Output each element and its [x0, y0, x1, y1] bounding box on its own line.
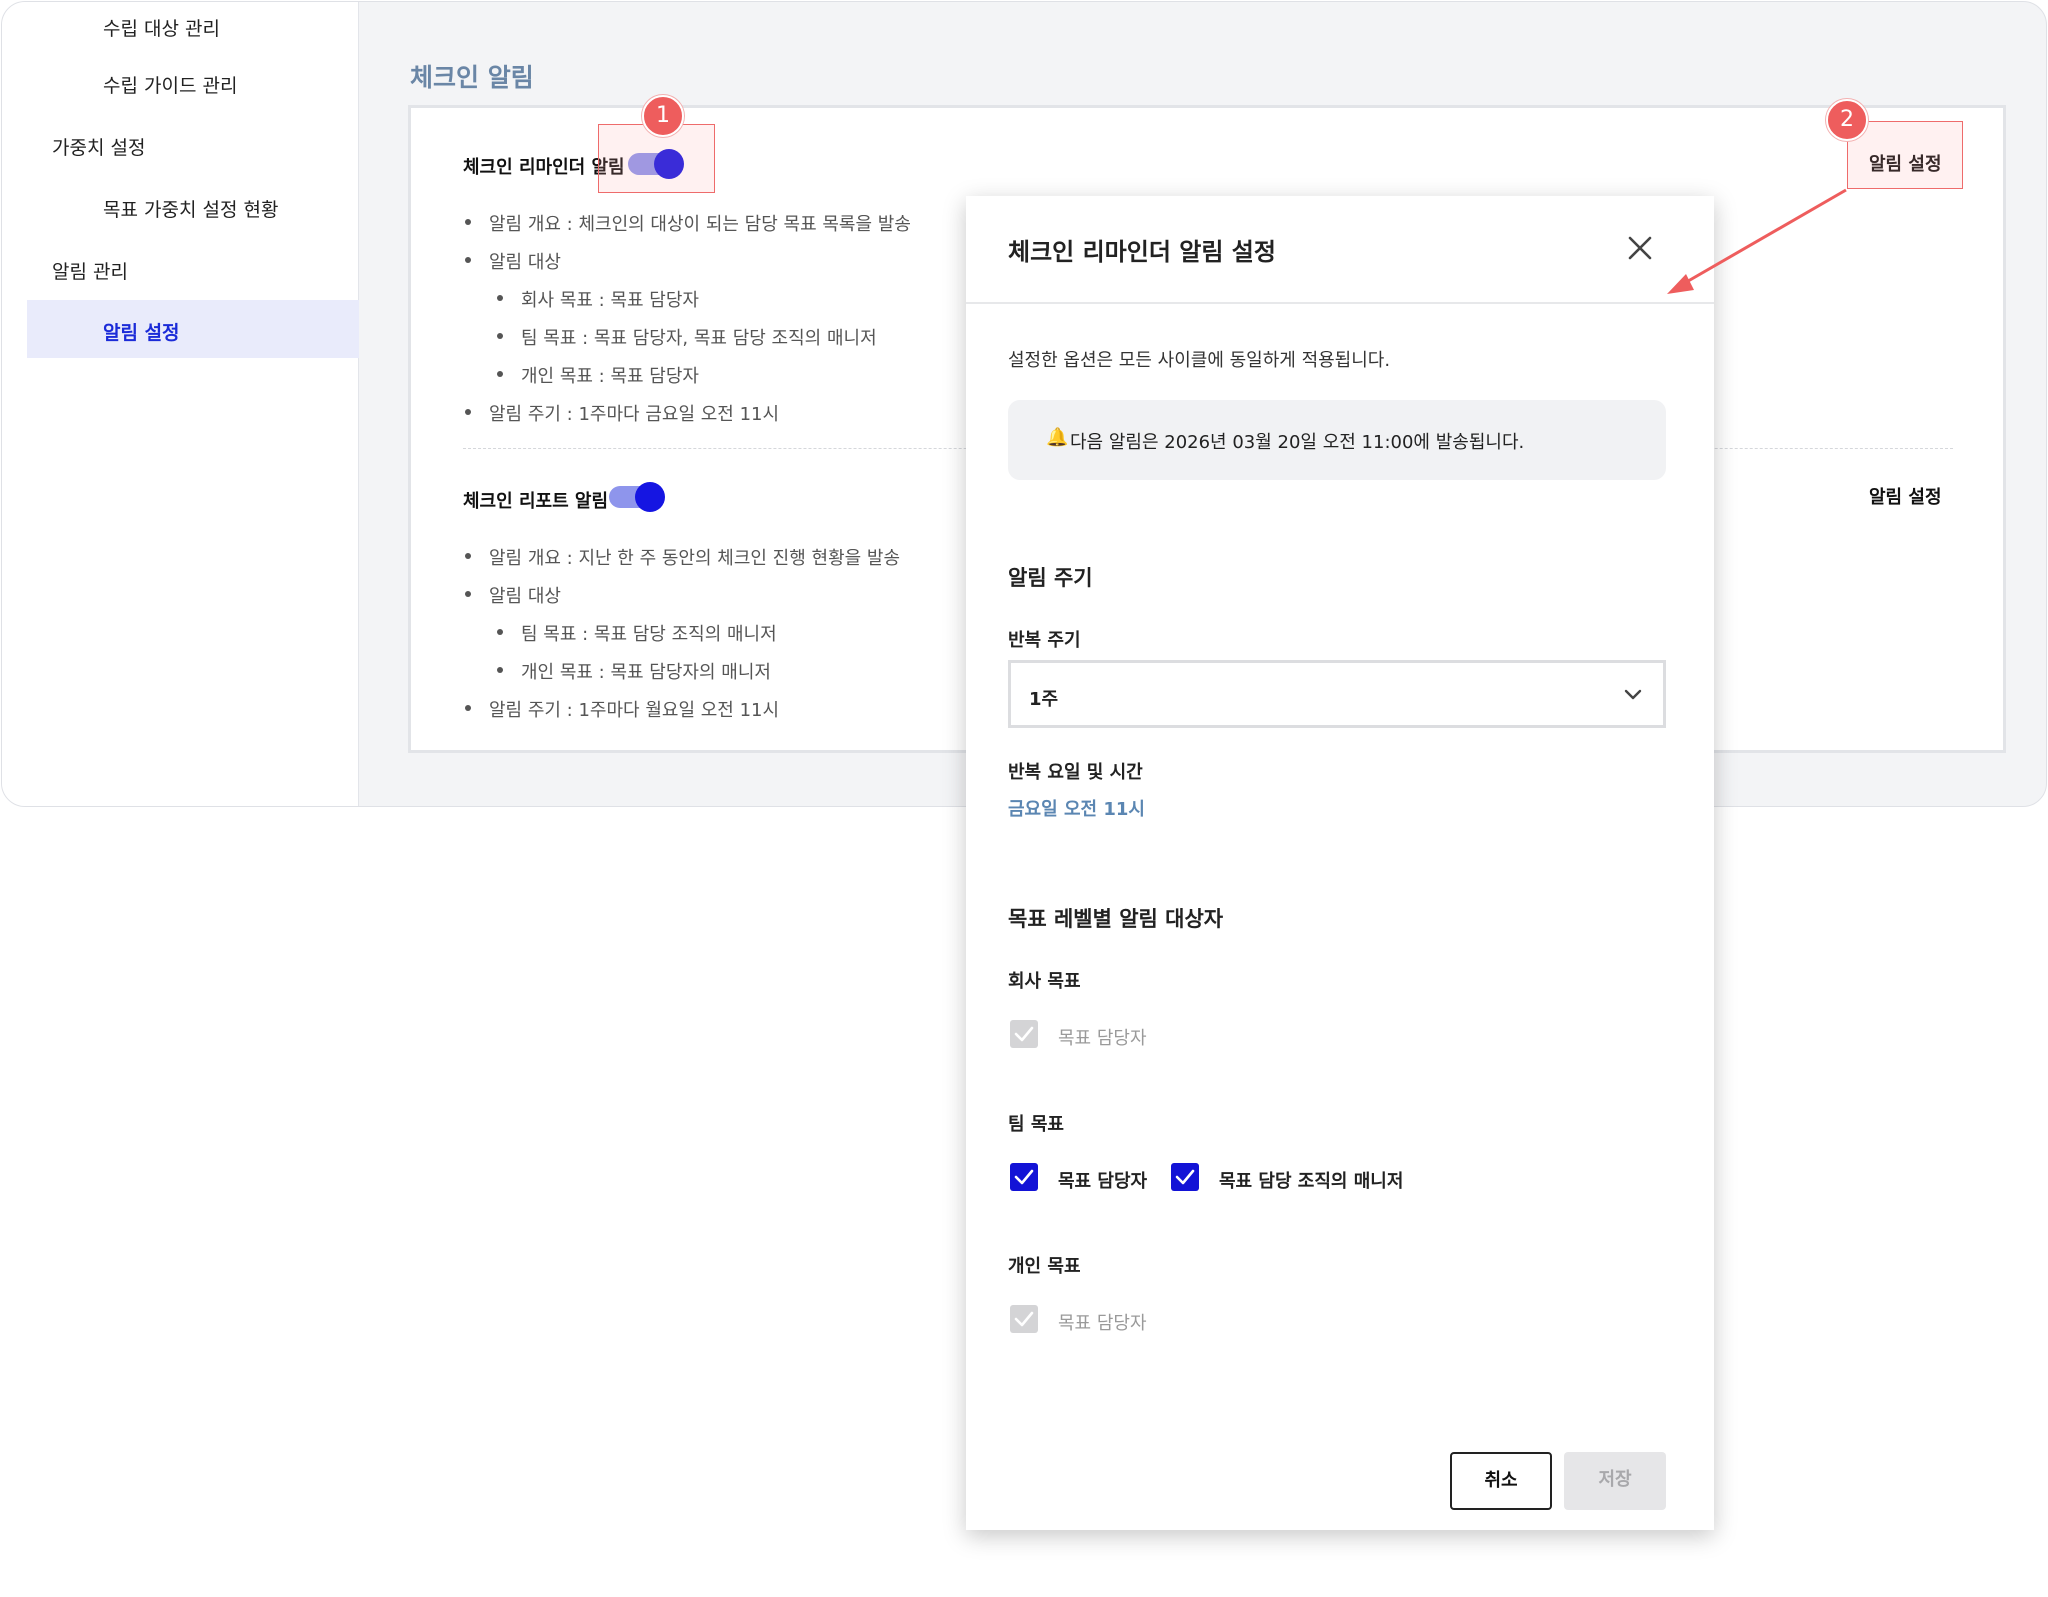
check-icon — [1175, 1169, 1195, 1185]
modal-description: 설정한 옵션은 모든 사이클에 동일하게 적용됩니다. — [1008, 350, 1391, 371]
check-icon — [1014, 1026, 1034, 1042]
report-bullet-cycle: 알림 주기 : 1주마다 월요일 오전 11시 — [464, 696, 779, 722]
company-goal-label: 회사 목표 — [1008, 971, 1081, 992]
day-time-label: 반복 요일 및 시간 — [1008, 762, 1143, 783]
annotation-badge-1: 1 — [642, 95, 684, 137]
page-title: 체크인 알림 — [410, 63, 534, 92]
sidebar: 수립 대상 관리 수립 가이드 관리 가중치 설정 목표 가중치 설정 현황 알… — [2, 2, 359, 806]
modal-title: 체크인 리마인더 알림 설정 — [1008, 238, 1276, 266]
reminder-bullet-company: 회사 목표 : 목표 담당자 — [497, 286, 699, 312]
targets-heading: 목표 레벨별 알림 대상자 — [1008, 907, 1224, 931]
sidebar-item-plan-targets[interactable]: 수립 대상 관리 — [103, 14, 220, 41]
check-icon — [1014, 1311, 1034, 1327]
close-icon[interactable] — [1622, 230, 1658, 266]
sidebar-item-notification-management[interactable]: 알림 관리 — [52, 257, 128, 284]
team-goal-label: 팀 목표 — [1008, 1114, 1064, 1135]
team-manager-label: 목표 담당 조직의 매니저 — [1219, 1171, 1404, 1192]
modal-header-divider — [966, 302, 1714, 304]
sidebar-item-weight-status[interactable]: 목표 가중치 설정 현황 — [103, 195, 278, 222]
sidebar-item-weight-settings[interactable]: 가중치 설정 — [52, 133, 145, 160]
repeat-label: 반복 주기 — [1008, 630, 1081, 651]
personal-goal-label: 개인 목표 — [1008, 1256, 1081, 1277]
reminder-settings-modal: 체크인 리마인더 알림 설정 설정한 옵션은 모든 사이클에 동일하게 적용됩니… — [966, 196, 1714, 1530]
reminder-bullet-cycle: 알림 주기 : 1주마다 금요일 오전 11시 — [464, 400, 779, 426]
sidebar-item-notification-settings-label: 알림 설정 — [103, 322, 180, 344]
team-manager-checkbox[interactable] — [1171, 1163, 1199, 1191]
cycle-heading: 알림 주기 — [1008, 566, 1093, 590]
company-owner-label: 목표 담당자 — [1058, 1028, 1147, 1049]
report-settings-link[interactable]: 알림 설정 — [1869, 483, 1942, 509]
reminder-bullet-team: 팀 목표 : 목표 담당자, 목표 담당 조직의 매니저 — [497, 324, 877, 350]
cancel-button[interactable]: 취소 — [1450, 1452, 1552, 1510]
sidebar-item-notification-settings[interactable] — [27, 300, 359, 358]
company-owner-checkbox[interactable] — [1010, 1020, 1038, 1048]
chevron-down-icon — [1624, 689, 1642, 700]
sidebar-item-plan-guide[interactable]: 수립 가이드 관리 — [103, 71, 237, 98]
repeat-select[interactable]: 1주 — [1008, 660, 1666, 728]
toggle-knob — [635, 482, 665, 512]
save-button[interactable]: 저장 — [1564, 1452, 1666, 1510]
next-notification-notice: 🔔 다음 알림은 2026년 03월 20일 오전 11:00에 발송됩니다. — [1008, 400, 1666, 480]
reminder-bullet-personal: 개인 목표 : 목표 담당자 — [497, 362, 699, 388]
report-title: 체크인 리포트 알림 — [463, 491, 609, 512]
reminder-bullet-overview: 알림 개요 : 체크인의 대상이 되는 담당 목표 목록을 발송 — [465, 210, 911, 236]
team-owner-checkbox[interactable] — [1010, 1163, 1038, 1191]
personal-owner-checkbox[interactable] — [1010, 1305, 1038, 1333]
bell-icon: 🔔 — [1046, 427, 1069, 448]
annotation-badge-2: 2 — [1826, 99, 1868, 141]
report-bullet-overview: 알림 개요 : 지난 한 주 동안의 체크인 진행 현황을 발송 — [464, 544, 900, 570]
report-bullet-personal: 개인 목표 : 목표 담당자의 매니저 — [497, 658, 771, 684]
report-bullet-targets: 알림 대상 — [465, 582, 561, 608]
repeat-select-value: 1주 — [1029, 689, 1059, 710]
day-time-link[interactable]: 금요일 오전 11시 — [1008, 795, 1145, 821]
personal-owner-label: 목표 담당자 — [1058, 1313, 1147, 1334]
check-icon — [1014, 1169, 1034, 1185]
team-owner-label: 목표 담당자 — [1058, 1171, 1148, 1192]
report-toggle[interactable] — [609, 482, 667, 512]
reminder-bullet-targets: 알림 대상 — [465, 248, 561, 274]
notice-text: 다음 알림은 2026년 03월 20일 오전 11:00에 발송됩니다. — [1070, 432, 1525, 453]
report-bullet-team: 팀 목표 : 목표 담당 조직의 매니저 — [497, 620, 777, 646]
